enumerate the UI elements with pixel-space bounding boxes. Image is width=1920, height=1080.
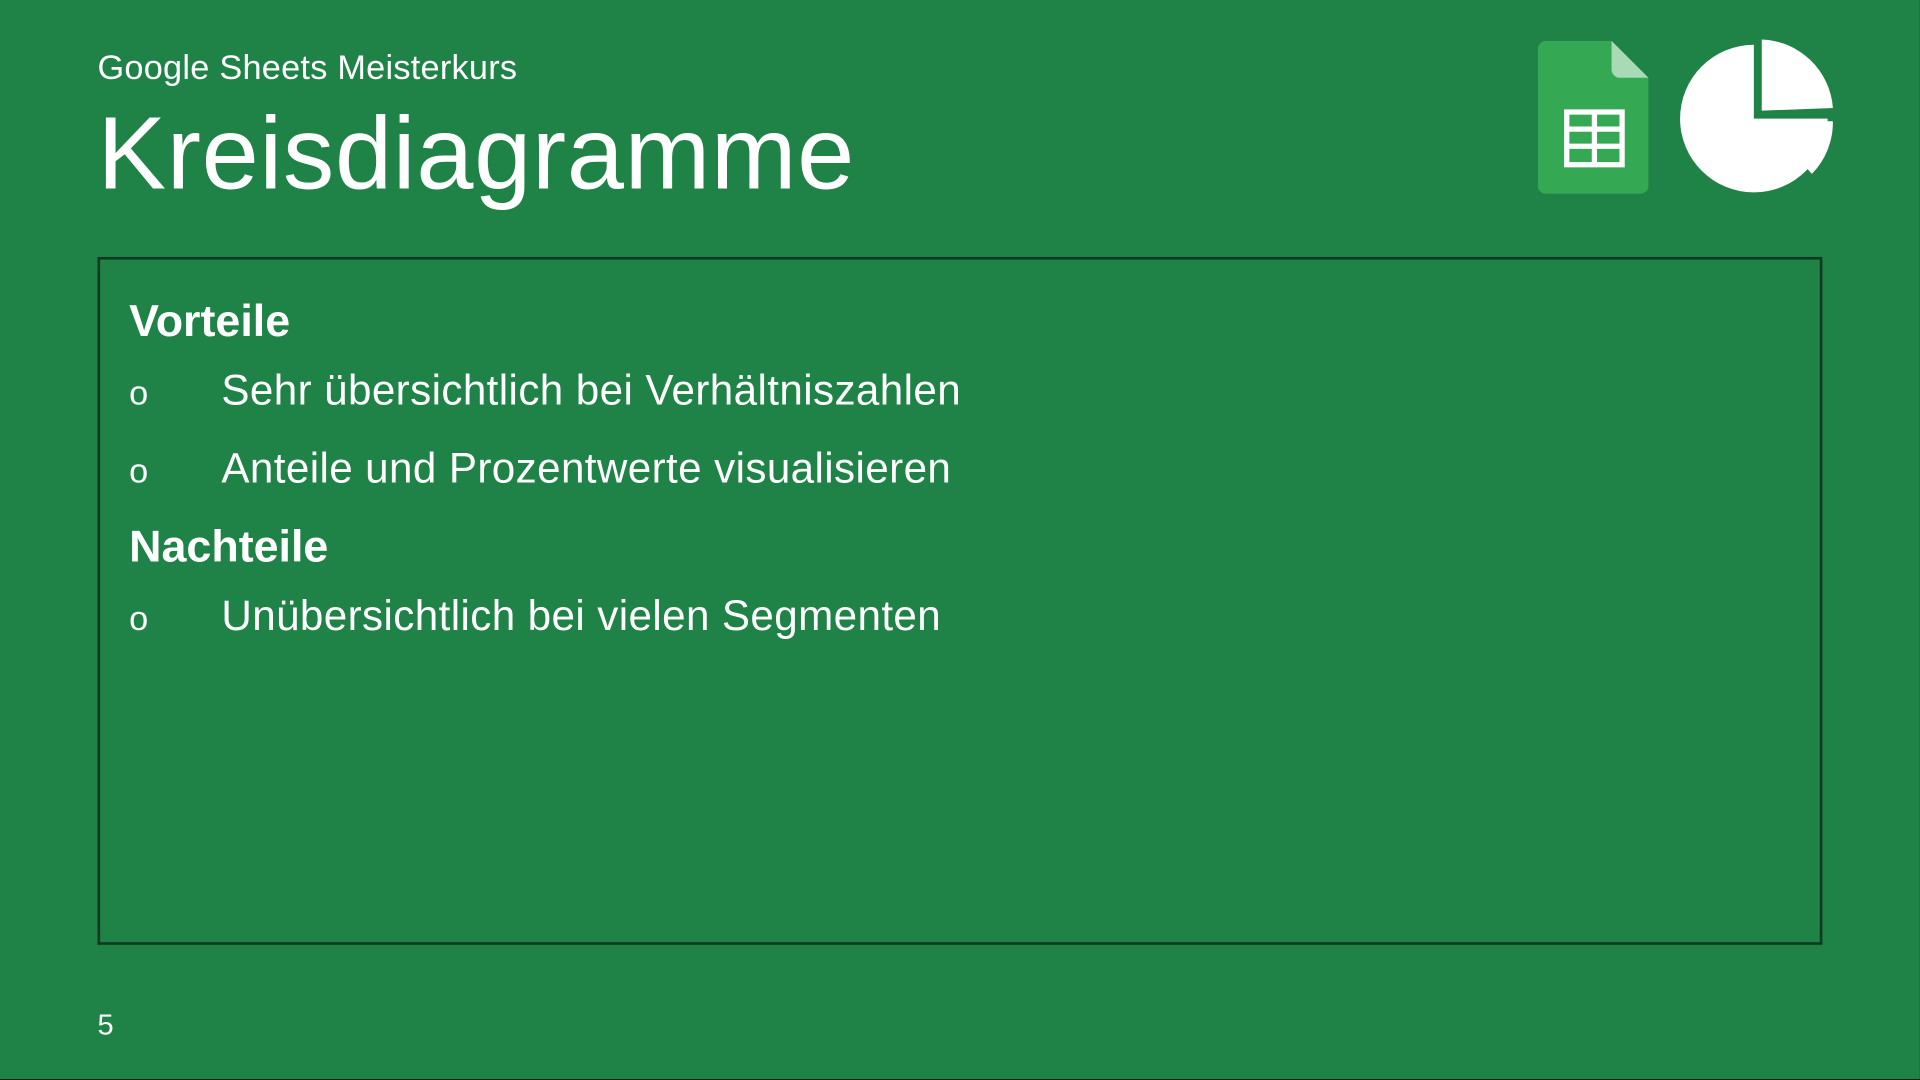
content-box: Vorteile o Sehr übersichtlich bei Verhäl… <box>98 257 1823 945</box>
header-icons <box>1538 40 1833 198</box>
advantages-heading: Vorteile <box>129 297 1791 348</box>
bullet-marker: o <box>129 373 221 414</box>
bullet-marker: o <box>129 451 221 492</box>
bullet-marker: o <box>129 599 221 640</box>
bullet-text: Unübersichtlich bei vielen Segmenten <box>221 592 941 641</box>
pie-chart-icon <box>1675 40 1833 198</box>
course-name: Google Sheets Meisterkurs <box>98 48 1538 89</box>
bullet-text: Sehr übersichtlich bei Verhältniszahlen <box>221 367 961 416</box>
google-sheets-icon <box>1538 41 1651 196</box>
page-number: 5 <box>98 1008 114 1042</box>
bullet-text: Anteile und Prozentwerte visualisieren <box>221 444 951 493</box>
list-item: o Unübersichtlich bei vielen Segmenten <box>129 592 1791 641</box>
slide-header: Google Sheets Meisterkurs Kreisdiagramme <box>98 48 1823 214</box>
slide: Google Sheets Meisterkurs Kreisdiagramme <box>0 0 1920 1079</box>
list-item: o Anteile und Prozentwerte visualisieren <box>129 444 1791 493</box>
list-item: o Sehr übersichtlich bei Verhältniszahle… <box>129 367 1791 416</box>
title-block: Google Sheets Meisterkurs Kreisdiagramme <box>98 48 1538 214</box>
disadvantages-heading: Nachteile <box>129 522 1791 573</box>
slide-title: Kreisdiagramme <box>98 94 1538 214</box>
